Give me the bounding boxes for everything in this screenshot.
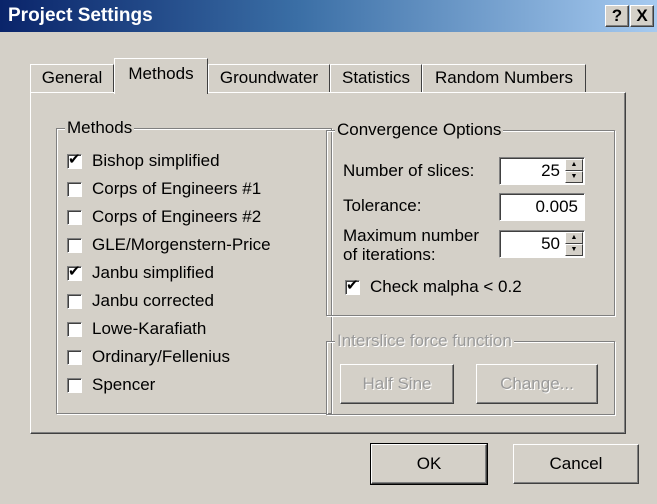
method-label: Corps of Engineers #2	[92, 207, 262, 226]
tolerance-label: Tolerance:	[343, 196, 422, 215]
methods-group-title: Methods	[65, 118, 135, 138]
methods-group: Methods ✔ Bishop simplified Corps of Eng…	[56, 118, 332, 414]
method-label: Janbu simplified	[92, 263, 214, 282]
help-button[interactable]: ?	[605, 5, 629, 27]
change-button[interactable]: Change...	[476, 364, 598, 404]
tab-groundwater[interactable]: Groundwater	[208, 64, 330, 92]
check-malpha-label: Check malpha < 0.2	[370, 277, 522, 296]
tab-general[interactable]: General	[30, 64, 114, 92]
spin-up-icon[interactable]: ▲	[565, 159, 583, 171]
checkbox-icon[interactable]	[67, 321, 82, 337]
method-label: GLE/Morgenstern-Price	[92, 235, 271, 254]
checkbox-icon[interactable]	[67, 293, 82, 309]
checkmark-icon: ✔	[346, 276, 359, 294]
max-iterations-value: 50	[541, 234, 560, 253]
method-bishop-simplified[interactable]: ✔ Bishop simplified	[67, 149, 220, 173]
max-iterations-label: Maximum number of iterations:	[343, 226, 479, 264]
interslice-force-group: Interslice force function Half Sine Chan…	[326, 331, 615, 415]
method-janbu-simplified[interactable]: ✔ Janbu simplified	[67, 261, 214, 285]
method-label: Bishop simplified	[92, 151, 220, 170]
checkbox-icon[interactable]: ✔	[67, 150, 82, 169]
tolerance-value: 0.005	[535, 197, 578, 216]
max-iterations-spinner[interactable]: 50 ▲ ▼	[499, 230, 585, 258]
checkbox-icon[interactable]	[67, 209, 82, 225]
checkmark-icon: ✔	[68, 262, 81, 280]
tab-random-numbers[interactable]: Random Numbers	[422, 64, 586, 92]
tab-statistics[interactable]: Statistics	[330, 64, 422, 92]
method-lowe-karafiath[interactable]: Lowe-Karafiath	[67, 317, 206, 341]
window-title: Project Settings	[8, 5, 153, 26]
checkbox-icon[interactable]: ✔	[345, 276, 360, 295]
method-gle-morgenstern-price[interactable]: GLE/Morgenstern-Price	[67, 233, 271, 257]
close-button[interactable]: X	[630, 5, 654, 27]
max-iterations-label-line1: Maximum number	[343, 226, 480, 245]
method-spencer[interactable]: Spencer	[67, 373, 155, 397]
method-label: Corps of Engineers #1	[92, 179, 262, 198]
checkbox-icon[interactable]	[67, 181, 82, 197]
slices-label: Number of slices:	[343, 161, 475, 180]
checkbox-icon[interactable]: ✔	[67, 262, 82, 281]
check-malpha[interactable]: ✔ Check malpha < 0.2	[345, 275, 522, 299]
max-iterations-label-line2: of iterations:	[343, 245, 436, 264]
slices-value: 25	[541, 161, 560, 180]
checkbox-icon[interactable]	[67, 349, 82, 365]
method-janbu-corrected[interactable]: Janbu corrected	[67, 289, 214, 313]
half-sine-button[interactable]: Half Sine	[340, 364, 454, 404]
slices-spinner[interactable]: 25 ▲ ▼	[499, 157, 585, 185]
ok-button[interactable]: OK	[370, 443, 488, 485]
spin-down-icon[interactable]: ▼	[565, 244, 583, 256]
interslice-force-title: Interslice force function	[335, 331, 514, 351]
methods-tab-panel: Methods ✔ Bishop simplified Corps of Eng…	[30, 92, 626, 434]
checkbox-icon[interactable]	[67, 237, 82, 253]
cancel-button[interactable]: Cancel	[513, 444, 639, 484]
title-bar: Project Settings ? X	[0, 0, 657, 32]
method-ordinary-fellenius[interactable]: Ordinary/Fellenius	[67, 345, 230, 369]
tolerance-input[interactable]: 0.005	[499, 193, 585, 221]
method-corps-of-engineers-1[interactable]: Corps of Engineers #1	[67, 177, 261, 201]
checkbox-icon[interactable]	[67, 377, 82, 393]
tab-methods[interactable]: Methods	[114, 58, 208, 94]
spin-down-icon[interactable]: ▼	[565, 171, 583, 183]
convergence-options-title: Convergence Options	[335, 120, 504, 140]
method-label: Lowe-Karafiath	[92, 319, 207, 338]
spin-up-icon[interactable]: ▲	[565, 232, 583, 244]
method-label: Ordinary/Fellenius	[92, 347, 230, 366]
method-corps-of-engineers-2[interactable]: Corps of Engineers #2	[67, 205, 261, 229]
method-label: Spencer	[92, 375, 156, 394]
convergence-options-group: Convergence Options Number of slices: 25…	[326, 120, 615, 316]
checkmark-icon: ✔	[68, 150, 81, 168]
method-label: Janbu corrected	[92, 291, 214, 310]
